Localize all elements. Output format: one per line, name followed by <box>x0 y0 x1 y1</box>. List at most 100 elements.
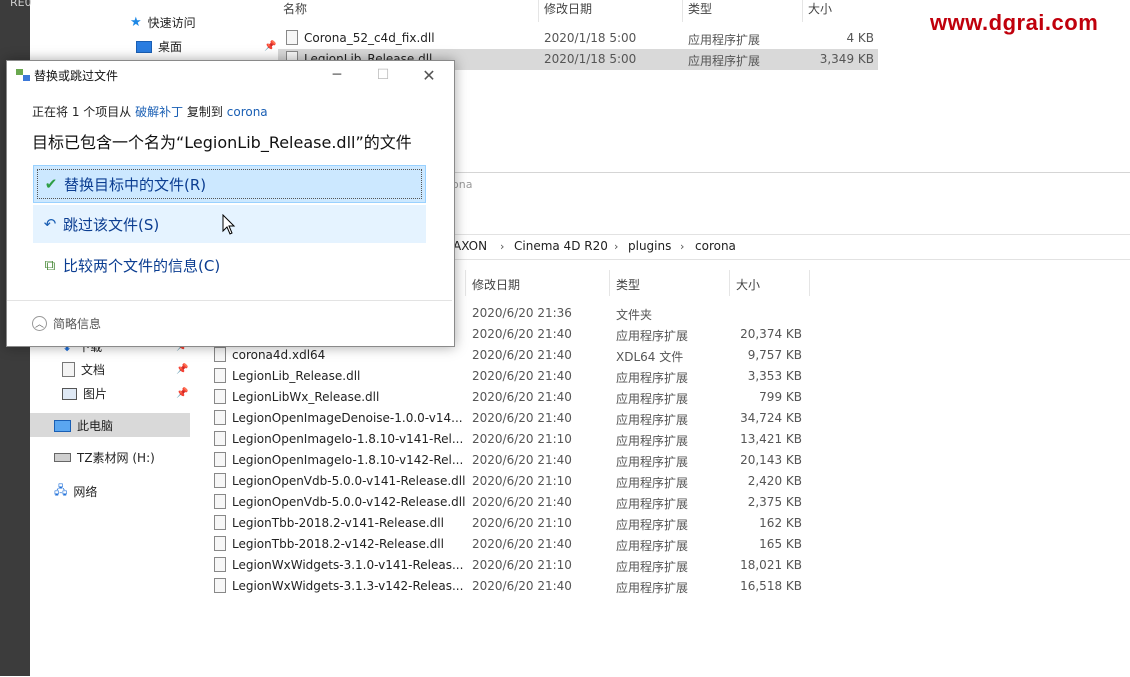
nav-label: 桌面 <box>158 40 183 54</box>
file-icon <box>214 494 226 509</box>
file-date: 2020/6/20 21:40 <box>472 327 572 341</box>
file-name: LegionOpenImageDenoise-1.0.0-v14... <box>232 411 463 425</box>
file-date: 2020/6/20 21:10 <box>472 516 572 530</box>
nav-quick-access[interactable]: ★ 快速访问 <box>130 14 196 31</box>
file-name: LegionWxWidgets-3.1.0-v141-Releas... <box>232 558 464 572</box>
file-date: 2020/6/20 21:10 <box>472 432 572 446</box>
nav-documents[interactable]: 文档 <box>62 361 105 378</box>
file-row[interactable]: LegionOpenVdb-5.0.0-v141-Release.dll 2020… <box>208 471 808 492</box>
file-row[interactable]: LegionWxWidgets-3.1.0-v141-Releas... 2020… <box>208 555 808 576</box>
column-header-date[interactable]: 修改日期 <box>544 0 592 22</box>
minimize-button[interactable]: ─ <box>314 62 360 88</box>
file-row[interactable]: LegionOpenImageIo-1.8.10-v142-Rel... 2020… <box>208 450 808 471</box>
column-header-size[interactable]: 大小 <box>736 276 760 293</box>
file-size: 2,420 KB <box>747 474 802 488</box>
column-header-name[interactable]: 名称 <box>283 0 307 22</box>
column-divider[interactable] <box>609 270 610 296</box>
file-row[interactable]: LegionTbb-2018.2-v142-Release.dll 2020/6/… <box>208 534 808 555</box>
chevron-right-icon[interactable]: › <box>614 240 618 253</box>
file-type: 应用程序扩展 <box>616 455 689 469</box>
file-size: 16,518 KB <box>740 579 802 593</box>
file-name: LegionOpenVdb-5.0.0-v142-Release.dll <box>232 495 466 509</box>
file-name: LegionOpenVdb-5.0.0-v141-Release.dll <box>232 474 466 488</box>
file-icon <box>214 515 226 530</box>
file-row[interactable]: LegionOpenVdb-5.0.0-v142-Release.dll 2020… <box>208 492 808 513</box>
file-date: 2020/6/20 21:40 <box>472 390 572 404</box>
file-icon <box>214 410 226 425</box>
breadcrumb-item[interactable]: plugins <box>628 239 671 253</box>
source-folder-link[interactable]: 破解补丁 <box>135 105 183 119</box>
breadcrumb-item[interactable]: AXON <box>453 239 487 253</box>
breadcrumb-item[interactable]: Cinema 4D R20 <box>514 239 608 253</box>
column-divider[interactable] <box>729 270 730 296</box>
column-divider[interactable] <box>809 270 810 296</box>
file-size: 13,421 KB <box>740 432 802 446</box>
chevron-right-icon[interactable]: › <box>500 240 504 253</box>
toggle-label: 简略信息 <box>53 317 102 331</box>
chevron-right-icon[interactable]: › <box>680 240 684 253</box>
file-type: 应用程序扩展 <box>616 518 689 532</box>
file-size: 20,143 KB <box>740 453 802 467</box>
file-row[interactable]: LegionOpenImageDenoise-1.0.0-v14... 2020/… <box>208 408 808 429</box>
conflict-message: 目标已包含一个名为“LegionLib_Release.dll”的文件 <box>32 133 412 152</box>
document-icon <box>62 362 75 377</box>
file-type: 应用程序扩展 <box>616 476 689 490</box>
close-button[interactable]: ✕ <box>406 62 452 88</box>
file-date: 2020/1/18 5:00 <box>544 52 637 66</box>
file-size: 165 KB <box>759 537 802 551</box>
file-icon <box>214 368 226 383</box>
column-header-size[interactable]: 大小 <box>808 0 832 22</box>
file-type: 应用程序扩展 <box>616 434 689 448</box>
file-date: 2020/6/20 21:40 <box>472 411 572 425</box>
file-row[interactable]: corona4d.xdl64 2020/6/20 21:40 XDL64 文件 9,7… <box>208 345 808 366</box>
file-size: 3,353 KB <box>747 369 802 383</box>
fewer-details-toggle[interactable]: ︿ 简略信息 <box>32 315 101 332</box>
nav-network[interactable]: 🖧 网络 <box>54 481 97 502</box>
file-size: 18,021 KB <box>740 558 802 572</box>
file-size: 34,724 KB <box>740 411 802 425</box>
file-date: 2020/6/20 21:36 <box>472 306 572 320</box>
nav-desktop[interactable]: 桌面 📌 <box>136 38 276 55</box>
file-row[interactable]: LegionTbb-2018.2-v141-Release.dll 2020/6/… <box>208 513 808 534</box>
file-row[interactable]: LegionLibWx_Release.dll 2020/6/20 21:40 应用… <box>208 387 808 408</box>
focus-rectangle <box>37 169 422 199</box>
column-divider[interactable] <box>802 0 803 22</box>
column-divider[interactable] <box>682 0 683 22</box>
breadcrumb-item[interactable]: corona <box>695 239 736 253</box>
file-row[interactable]: LegionLib_Release.dll 2020/6/20 21:40 应用程序… <box>208 366 808 387</box>
file-date: 2020/6/20 21:40 <box>472 369 572 383</box>
nav-label: 网络 <box>73 485 98 499</box>
file-date: 2020/6/20 21:10 <box>472 474 572 488</box>
file-date: 2020/6/20 21:40 <box>472 348 572 362</box>
compare-files-option[interactable]: ⧉ 比较两个文件的信息(C) <box>33 246 426 284</box>
file-size: 4 KB <box>846 31 874 45</box>
column-header-type[interactable]: 类型 <box>688 0 712 22</box>
nav-pictures[interactable]: 图片 <box>62 385 107 402</box>
replace-file-option[interactable]: ✔ 替换目标中的文件(R) <box>33 165 426 203</box>
nav-this-pc[interactable]: 此电脑 <box>54 417 113 434</box>
status-text: 复制到 <box>183 105 227 119</box>
watermark-text: www.dgrai.com <box>930 10 1099 35</box>
dialog-title: 替换或跳过文件 <box>34 69 119 83</box>
desktop-icon <box>136 40 152 53</box>
file-row[interactable]: Corona_52_c4d_fix.dll 2020/1/18 5:00 应用程… <box>278 28 878 49</box>
file-icon <box>214 578 226 593</box>
column-divider[interactable] <box>465 270 466 296</box>
file-name: LegionWxWidgets-3.1.3-v142-Releas... <box>232 579 464 593</box>
file-name: LegionLibWx_Release.dll <box>232 390 380 404</box>
file-size: 9,757 KB <box>747 348 802 362</box>
file-type: 应用程序扩展 <box>688 33 761 47</box>
destination-folder-link[interactable]: corona <box>227 105 268 119</box>
column-divider[interactable] <box>538 0 539 22</box>
nav-drive-h[interactable]: TZ素材网 (H:) <box>54 449 155 466</box>
skip-icon: ↶ <box>43 215 57 233</box>
file-type: 应用程序扩展 <box>616 497 689 511</box>
file-row[interactable]: LegionOpenImageIo-1.8.10-v141-Rel... 2020… <box>208 429 808 450</box>
nav-label: 快速访问 <box>147 16 196 30</box>
status-text: 正在将 1 个项目从 <box>32 105 136 119</box>
column-header-type[interactable]: 类型 <box>616 276 640 293</box>
file-type: 应用程序扩展 <box>688 54 761 68</box>
column-header-date[interactable]: 修改日期 <box>472 276 520 293</box>
file-row[interactable]: LegionWxWidgets-3.1.3-v142-Releas... 2020… <box>208 576 808 597</box>
file-size: 2,375 KB <box>747 495 802 509</box>
